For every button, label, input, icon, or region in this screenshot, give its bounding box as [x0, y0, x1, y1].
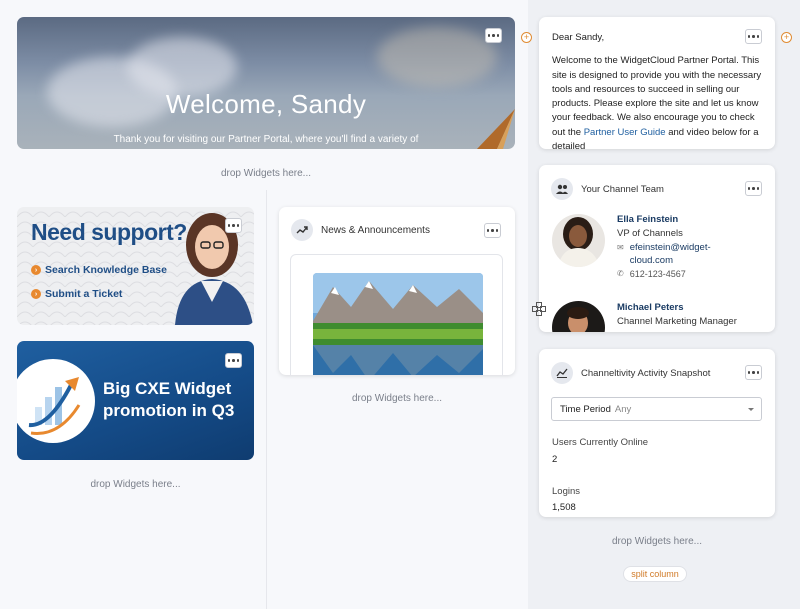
welcome-banner: Welcome, Sandy Thank you for visiting ou…	[17, 17, 515, 149]
snapshot-header: Channeltivity Activity Snapshot	[551, 362, 710, 384]
team-member-ella: Ella Feinstein VP of Channels ✉ efeinste…	[617, 214, 767, 279]
stat-value: 2	[552, 454, 558, 465]
news-item-card[interactable]	[290, 254, 503, 375]
mountain-lake-image	[313, 273, 483, 375]
time-period-label: Time Period	[560, 403, 611, 415]
activity-chart-icon	[551, 362, 573, 384]
member-email[interactable]: efeinstein@widget-cloud.com	[630, 241, 730, 267]
widget-menu-button[interactable]	[745, 29, 762, 44]
promo-text: Big CXE Widget promotion in Q3	[103, 378, 234, 422]
stat-label: Logins	[552, 486, 580, 497]
widget-menu-button[interactable]	[485, 28, 502, 43]
chart-growth-icon	[17, 359, 95, 443]
member-name[interactable]: Ella Feinstein	[617, 214, 767, 225]
news-header: News & Announcements	[291, 219, 430, 241]
drop-zone: drop Widgets here...	[220, 168, 312, 179]
member-role: VP of Channels	[617, 228, 683, 239]
split-column-button[interactable]: split column	[623, 566, 687, 582]
snapshot-title: Channeltivity Activity Snapshot	[581, 367, 711, 379]
widget-menu-button[interactable]	[745, 181, 762, 196]
welcome-title: Welcome, Sandy	[165, 89, 367, 119]
member-phone: 612-123-4567	[629, 269, 686, 279]
add-widget-icon[interactable]: +	[781, 32, 792, 43]
channel-team-widget: Your Channel Team Ella Feinstein VP of C…	[539, 165, 775, 332]
support-title: Need support?	[31, 219, 187, 245]
promo-line-1: Big CXE Widget	[103, 379, 232, 398]
drop-zone: drop Widgets here...	[351, 393, 443, 404]
team-title: Your Channel Team	[581, 183, 664, 195]
trending-up-icon	[291, 219, 313, 241]
member-phone-row: ✆ 612-123-4567	[617, 269, 767, 279]
letter-body: Dear Sandy, Welcome to the WidgetCloud P…	[552, 31, 764, 149]
chevron-right-icon: ›	[31, 265, 41, 275]
submit-ticket-link[interactable]: › Submit a Ticket	[31, 288, 122, 300]
welcome-subtitle: Thank you for visiting our Partner Porta…	[113, 134, 419, 145]
cloud-decoration	[127, 37, 237, 97]
drop-zone: drop Widgets here...	[611, 536, 703, 547]
drag-handle-icon[interactable]	[532, 302, 546, 316]
letter-greeting: Dear Sandy,	[552, 32, 605, 43]
add-widget-icon[interactable]: +	[521, 32, 532, 43]
news-title: News & Announcements	[321, 224, 430, 236]
support-widget: Need support? › Search Knowledge Base › …	[17, 207, 254, 325]
avatar	[552, 214, 605, 267]
activity-snapshot-widget: Channeltivity Activity Snapshot Time Per…	[539, 349, 775, 517]
welcome-letter-widget: Dear Sandy, Welcome to the WidgetCloud P…	[539, 17, 775, 149]
time-period-select[interactable]: Time Period Any	[551, 397, 762, 421]
widget-menu-button[interactable]	[484, 223, 501, 238]
widget-menu-button[interactable]	[225, 353, 242, 368]
partner-user-guide-link[interactable]: Partner User Guide	[584, 127, 666, 138]
widget-menu-button[interactable]	[745, 365, 762, 380]
cloud-decoration	[377, 27, 497, 87]
search-knowledge-base-link[interactable]: › Search Knowledge Base	[31, 264, 167, 276]
search-knowledge-base-label: Search Knowledge Base	[45, 264, 167, 276]
team-member-michael: Michael Peters Channel Marketing Manager	[617, 302, 767, 328]
stat-value: 1,508	[552, 502, 576, 513]
avatar	[552, 301, 605, 332]
widget-menu-button[interactable]	[225, 218, 242, 233]
stat-label: Users Currently Online	[552, 437, 649, 448]
member-role: Channel Marketing Manager	[617, 316, 737, 327]
chevron-right-icon: ›	[31, 289, 41, 299]
column-divider	[266, 190, 267, 609]
letter-text: Welcome to the WidgetCloud Partner Porta…	[552, 55, 762, 138]
chevron-down-icon	[748, 408, 754, 411]
mail-icon: ✉	[617, 243, 624, 252]
member-name[interactable]: Michael Peters	[617, 302, 767, 313]
drop-zone: drop Widgets here...	[90, 479, 181, 490]
users-icon	[551, 178, 573, 200]
member-email-row: ✉ efeinstein@widget-cloud.com	[617, 241, 767, 267]
team-header: Your Channel Team	[551, 178, 664, 200]
promo-line-2: promotion in Q3	[103, 401, 235, 420]
news-announcements-widget: News & Announcements	[279, 207, 515, 375]
promo-widget: Big CXE Widget promotion in Q3	[17, 341, 254, 460]
phone-icon: ✆	[617, 269, 624, 278]
submit-ticket-label: Submit a Ticket	[45, 288, 123, 300]
time-period-value: Any	[614, 403, 632, 415]
